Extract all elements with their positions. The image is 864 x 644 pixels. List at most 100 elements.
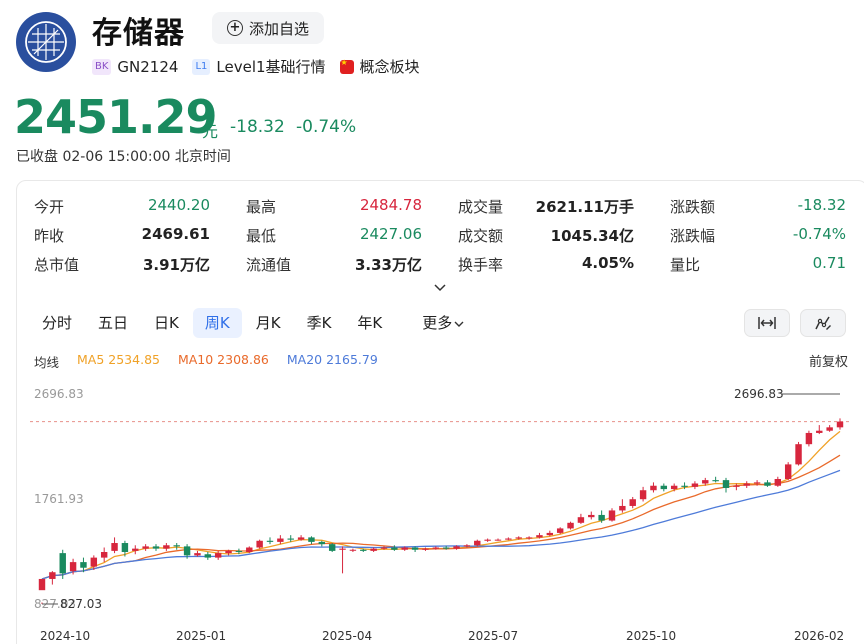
stats-row: 昨收 2469.61 最低 2427.06 成交额 1045.34亿 涨跌幅 -… [34, 225, 854, 247]
stat-label: 今开 [34, 198, 65, 216]
stat-label: 昨收 [34, 227, 65, 245]
draw-tool-icon [815, 316, 831, 330]
stat-value: 1045.34亿 [550, 227, 634, 245]
x-tick-label: 2024-10 [40, 629, 90, 643]
price-change-pct: -0.74% [296, 117, 357, 137]
candle-body [121, 543, 129, 553]
candle-body [370, 548, 377, 551]
draw-tool-button[interactable] [800, 309, 846, 337]
stat-value: 2469.61 [141, 225, 210, 243]
page-title: 存储器 [92, 16, 185, 51]
candles [38, 418, 844, 604]
candle-body [183, 546, 191, 556]
sector-code: GN2124 [117, 57, 179, 76]
candle-body [567, 522, 574, 529]
candle-body [764, 482, 771, 486]
candle-body [681, 485, 688, 487]
add-watchlist-button[interactable]: + 添加自选 [212, 12, 324, 44]
candle-body [111, 543, 118, 551]
max-price-label: 2696.83 [734, 387, 784, 401]
ma5-line [41, 430, 841, 580]
tab-five-day[interactable]: 五日 [86, 308, 140, 338]
sector-logo [16, 12, 76, 72]
market-status: 已收盘 02-06 15:00:00 北京时间 [16, 149, 231, 165]
candle-body [588, 514, 595, 518]
tag-row: BK GN2124 L1 Level1基础行情 概念板块 [92, 56, 434, 77]
price-unit: 元 [202, 122, 219, 141]
ma20-value: MA20 2165.79 [286, 352, 378, 367]
adjust-toggle[interactable]: 前复权 [809, 351, 848, 370]
tab-daily[interactable]: 日K [142, 308, 191, 338]
candle-body [235, 550, 243, 553]
candle-body [266, 540, 274, 542]
stat-value: 2427.06 [359, 225, 422, 243]
sector-code-tag: BK GN2124 [92, 58, 178, 76]
candle-body [277, 538, 284, 542]
fit-width-icon [758, 317, 776, 329]
concept-label: 概念板块 [359, 58, 420, 76]
stat-label: 量比 [670, 256, 701, 274]
level1-label: Level1基础行情 [216, 58, 326, 76]
candle-body [194, 553, 201, 556]
candle-body [204, 554, 212, 558]
fit-width-button[interactable] [744, 309, 790, 337]
candle-body [753, 482, 761, 484]
candle-body [38, 578, 46, 591]
stat-label: 涨跌幅 [670, 227, 716, 245]
bk-badge: BK [92, 58, 112, 75]
more-label: 更多 [422, 314, 453, 332]
x-tick-label: 2026-02 [794, 629, 844, 643]
tab-quarterly[interactable]: 季K [295, 308, 344, 338]
candle-body [546, 532, 554, 536]
x-tick-label: 2025-07 [468, 629, 518, 643]
tab-intraday[interactable]: 分时 [30, 308, 84, 338]
candle-body [411, 547, 419, 550]
tab-yearly[interactable]: 年K [345, 308, 394, 338]
stat-value: -18.32 [797, 196, 846, 214]
candle-body [722, 480, 730, 488]
candle-body [784, 464, 792, 480]
stat-value: -0.74% [792, 225, 846, 243]
concept-tag[interactable]: 概念板块 [339, 56, 420, 77]
candle-body [650, 485, 657, 491]
candle-body [712, 480, 719, 482]
stat-value: 3.91万亿 [142, 256, 210, 274]
candle-body [743, 483, 750, 486]
candle-body [152, 546, 160, 549]
plus-circle-icon: + [226, 20, 243, 36]
candle-body [795, 444, 802, 465]
y-tick-label: 2696.83 [34, 387, 84, 401]
candle-body [173, 545, 180, 547]
candle-body [422, 548, 429, 550]
ma-legend: 均线 MA5 2534.85 MA10 2308.86 MA20 2165.79 [34, 352, 378, 371]
candle-body [826, 427, 833, 431]
candle-body [308, 537, 315, 542]
stats-row: 总市值 3.91万亿 流通值 3.33万亿 换手率 4.05% 量比 0.71 [34, 254, 854, 276]
ma10-line [41, 454, 841, 580]
stat-value: 2440.20 [147, 196, 210, 214]
candle-body [80, 562, 87, 568]
chevron-down-icon [454, 321, 464, 327]
candle-body [246, 547, 253, 553]
stat-value: 4.05% [581, 254, 634, 272]
chip-grid-icon [17, 13, 75, 71]
level1-tag[interactable]: L1 Level1基础行情 [192, 56, 326, 77]
y-tick-label: 1761.93 [34, 492, 84, 506]
stat-label: 流通值 [246, 256, 292, 274]
candle-body [660, 485, 668, 490]
kline-chart[interactable]: 2696.831761.93827.032696.83827.032024-10… [30, 374, 852, 644]
candle-body [639, 490, 647, 500]
candle-body [608, 510, 616, 521]
ma-legend-label: 均线 [34, 355, 60, 370]
candle-body [69, 562, 77, 572]
candle-body [702, 480, 709, 484]
tab-monthly[interactable]: 月K [244, 308, 293, 338]
more-dropdown[interactable]: 更多 [410, 308, 476, 338]
price-change: -18.32 [230, 117, 285, 137]
stat-label: 总市值 [34, 256, 80, 274]
candle-body [225, 550, 232, 554]
candle-body [318, 541, 326, 545]
tab-weekly[interactable]: 周K [192, 308, 242, 338]
stat-label: 成交量 [458, 198, 504, 216]
expand-stats-button[interactable] [434, 280, 446, 296]
